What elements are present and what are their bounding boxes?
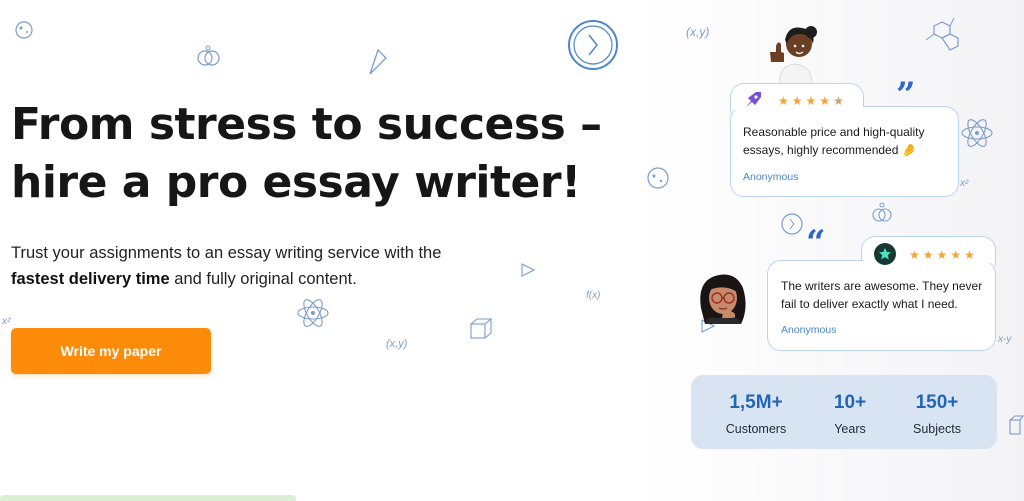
star-icon: ★ (778, 94, 789, 108)
star-icon: ★ (950, 248, 962, 262)
xy-doodle-3: x-y (998, 334, 1012, 345)
stat-years-value: 10+ (833, 392, 867, 413)
review-2-rating: ★ ★ ★ ★ ★ (909, 249, 975, 261)
avatar-thinking (695, 268, 751, 330)
stat-customers-value: 1,5M+ (729, 392, 783, 413)
atom-doodle-icon (960, 116, 994, 150)
cube-doodle-icon-2 (1008, 414, 1024, 438)
bottom-banner-edge (0, 495, 296, 501)
stat-customers: 1,5M+ Customers (719, 375, 793, 436)
cube-doodle-icon (468, 316, 494, 342)
half-star-icon: ★ (833, 94, 844, 108)
subtitle-text-2: and fully original content. (174, 270, 357, 288)
title-line-2: hire a pro essay writer! (11, 157, 581, 208)
quote-mark-icon-2: “ (806, 223, 826, 263)
hero-subtitle: Trust your assignments to an essay writi… (11, 240, 571, 292)
subtitle-bold-text: fastest delivery time (11, 270, 170, 288)
stat-subjects-label: Subjects (913, 422, 961, 436)
star-icon: ★ (819, 94, 831, 108)
review-2-author: Anonymous (781, 324, 837, 336)
review-2-text: The writers are awesome. They never fail… (781, 277, 982, 313)
review-1-author: Anonymous (743, 171, 799, 183)
write-my-paper-button[interactable]: Write my paper (11, 328, 211, 374)
hexagon-molecule-icon (920, 16, 962, 56)
rocket-badge-icon (742, 89, 764, 111)
xy-doodle-1: (x,y) (686, 25, 710, 39)
avatar-thumbs-up (766, 22, 824, 85)
fx-doodle: f(x) (586, 290, 601, 301)
star-icon: ★ (936, 248, 948, 262)
stat-customers-label: Customers (725, 422, 787, 436)
review-1-text: Reasonable price and high-quality essays… (743, 123, 924, 159)
stat-subjects-value: 150+ (915, 392, 959, 413)
x2-doodle-1: x² (960, 178, 969, 189)
star-badge-icon (874, 243, 896, 265)
hero-section: (x,y) x² f(x) (x,y) x² x-y From stress t… (0, 0, 1024, 501)
stat-years-label: Years (834, 422, 866, 436)
star-icon: ★ (922, 248, 934, 262)
planet-doodle-icon-2 (646, 166, 670, 190)
title-line-1: From stress to success – (11, 99, 602, 150)
page-title: From stress to success – hire a pro essa… (11, 96, 611, 212)
review-2-text-line-1: The writers are awesome. They never (781, 279, 983, 293)
star-icon: ★ (805, 94, 817, 108)
review-2-text-line-2: fail to deliver exactly what I need. (781, 297, 958, 311)
triangle-doodle-icon (366, 48, 390, 76)
subtitle-text-1: Trust your assignments to an essay writi… (11, 244, 442, 262)
star-icon: ★ (909, 248, 920, 262)
clock-doodle-icon (567, 19, 619, 71)
review-1-rating: ★ ★ ★ ★ ★ (778, 95, 844, 107)
molecule-doodle-icon-2 (870, 202, 894, 224)
review-1-text-line-2: essays, highly recommended 🤌 (743, 143, 917, 157)
xy-doodle-2: (x,y) (386, 338, 408, 350)
stats-panel: 1,5M+ Customers 10+ Years 150+ Subjects (691, 375, 997, 449)
molecule-doodle-icon (195, 44, 223, 68)
star-icon: ★ (791, 94, 803, 108)
x2-doodle-2: x² (2, 316, 11, 327)
quote-mark-icon-1: ” (896, 75, 916, 115)
stat-years: 10+ Years (821, 375, 879, 436)
star-icon: ★ (964, 248, 975, 262)
review-1-text-line-1: Reasonable price and high-quality (743, 125, 925, 139)
atom-doodle-icon-2 (296, 296, 330, 330)
planet-doodle-icon (14, 20, 34, 40)
clock-doodle-icon-2 (780, 212, 804, 236)
stat-subjects: 150+ Subjects (905, 375, 969, 436)
